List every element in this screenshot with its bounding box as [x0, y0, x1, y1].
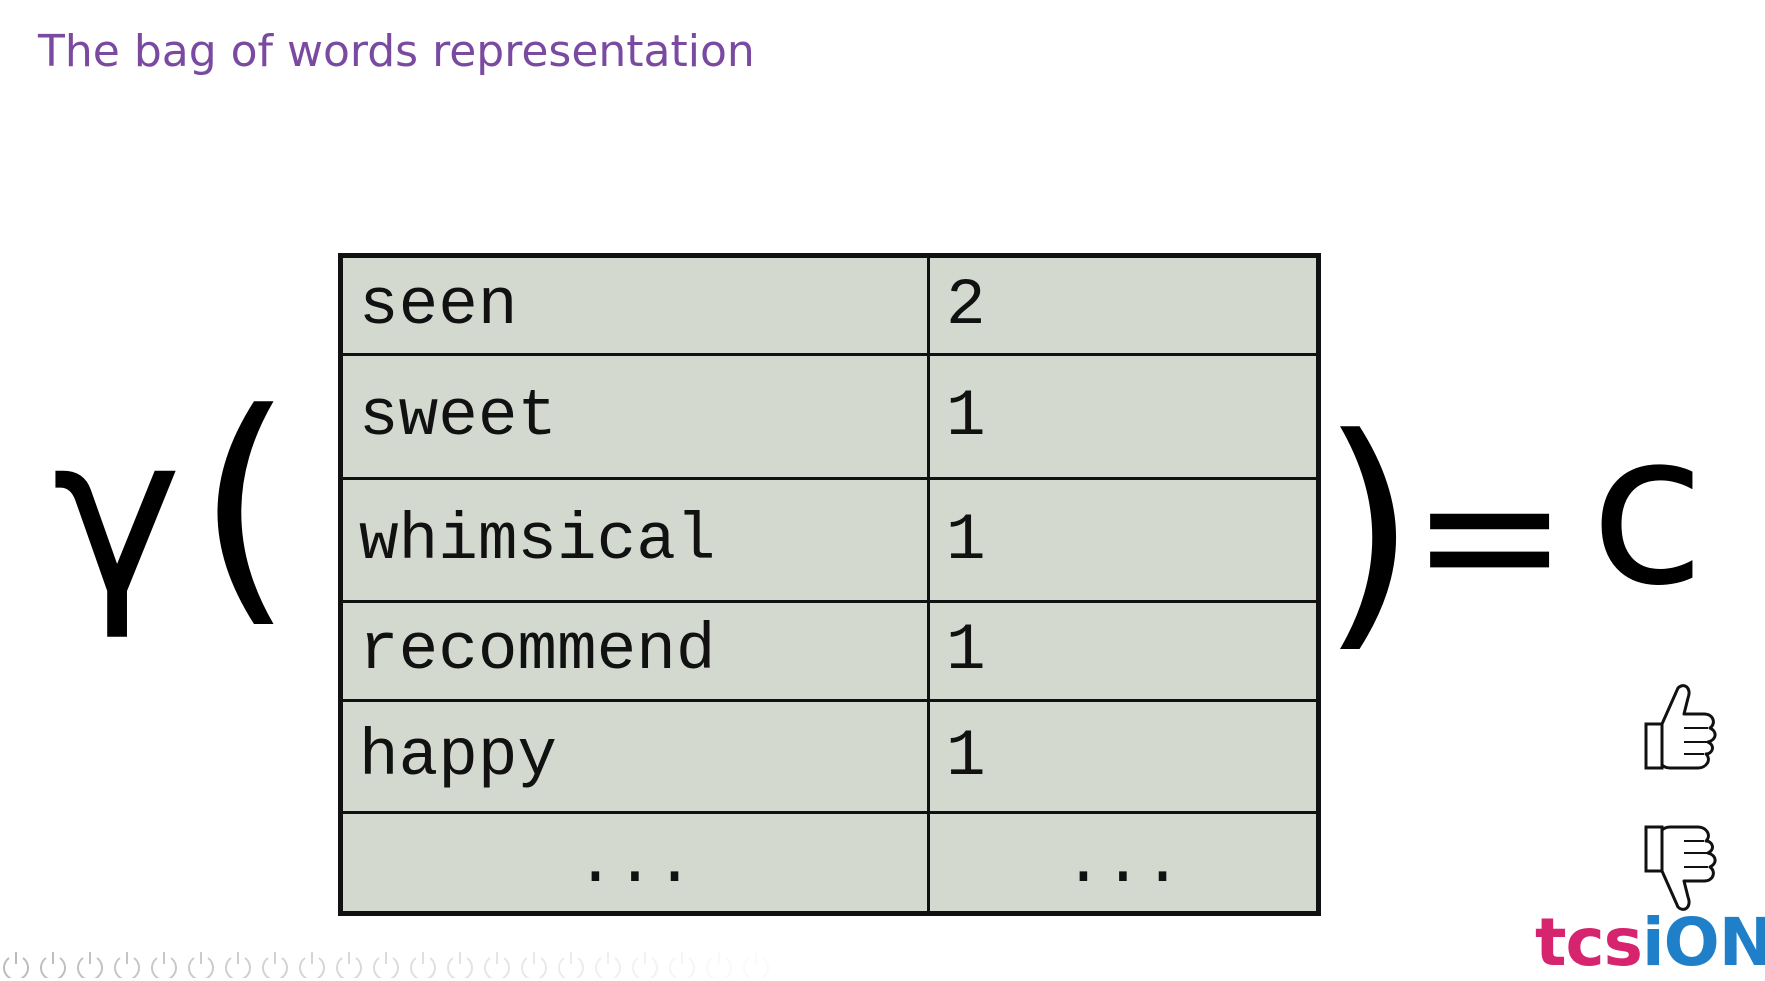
table-row: ... ... — [339, 811, 1320, 915]
word-cell: whimsical — [339, 477, 930, 604]
table-row: recommend 1 — [339, 600, 1320, 702]
word-cell: sweet — [339, 352, 930, 481]
count-cell: 1 — [927, 352, 1320, 481]
ellipsis-cell: ... — [339, 811, 930, 915]
thumbs-down-icon — [1644, 825, 1717, 911]
word-cell: recommend — [339, 600, 930, 702]
word-cell: seen — [339, 254, 930, 356]
count-cell: 1 — [927, 698, 1320, 815]
count-cell: 2 — [927, 254, 1320, 356]
equals-sign: = — [1410, 424, 1570, 645]
slide-title: The bag of words representation — [38, 26, 755, 77]
thumbs-up-icon — [1644, 684, 1717, 770]
table-row: happy 1 — [339, 698, 1320, 815]
close-parenthesis: ) — [1320, 384, 1418, 675]
bag-of-words-table: seen 2 sweet 1 whimsical 1 recommend 1 h… — [338, 253, 1321, 916]
word-cell: happy — [339, 698, 930, 815]
ellipsis-cell: ... — [927, 811, 1320, 915]
gamma-symbol: γ — [52, 387, 183, 643]
decorative-power-icon-strip — [3, 952, 769, 978]
tcs-ion-logo: tcsiON — [1535, 910, 1765, 976]
count-cell: 1 — [927, 477, 1320, 604]
class-variable: c — [1590, 387, 1706, 632]
table-row: seen 2 — [339, 254, 1320, 356]
logo-ion: iON — [1641, 904, 1765, 981]
table-row: whimsical 1 — [339, 477, 1320, 604]
count-cell: 1 — [927, 600, 1320, 702]
table-row: sweet 1 — [339, 352, 1320, 481]
logo-tcs: tcs — [1535, 904, 1643, 981]
open-parenthesis: ( — [196, 359, 294, 650]
